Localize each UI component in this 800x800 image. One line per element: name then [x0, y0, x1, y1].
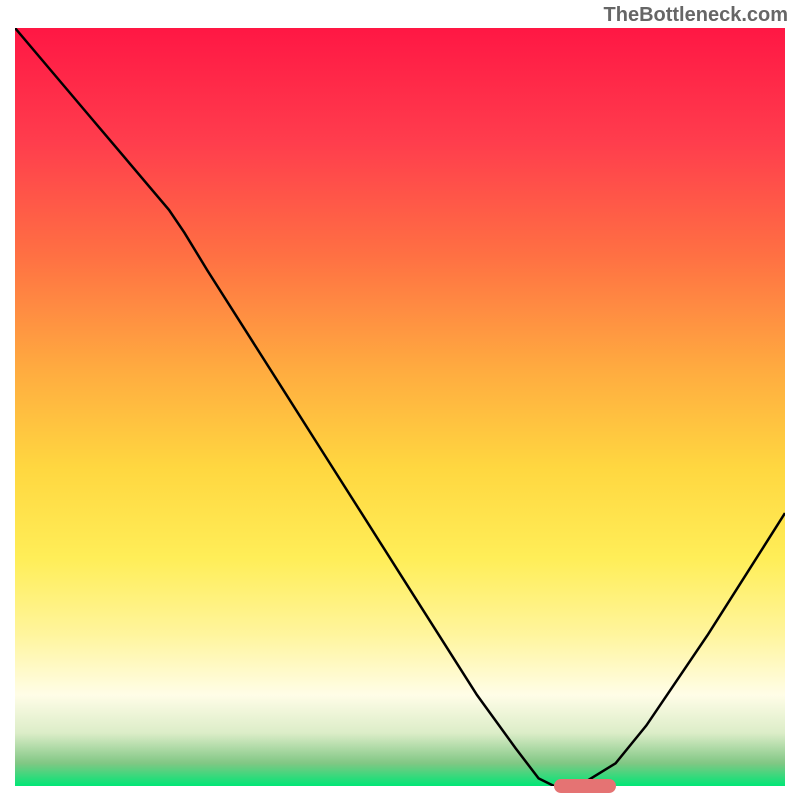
optimal-marker	[554, 779, 616, 793]
bottleneck-curve	[15, 28, 785, 786]
chart-container	[15, 28, 785, 786]
watermark-text: TheBottleneck.com	[604, 4, 788, 27]
